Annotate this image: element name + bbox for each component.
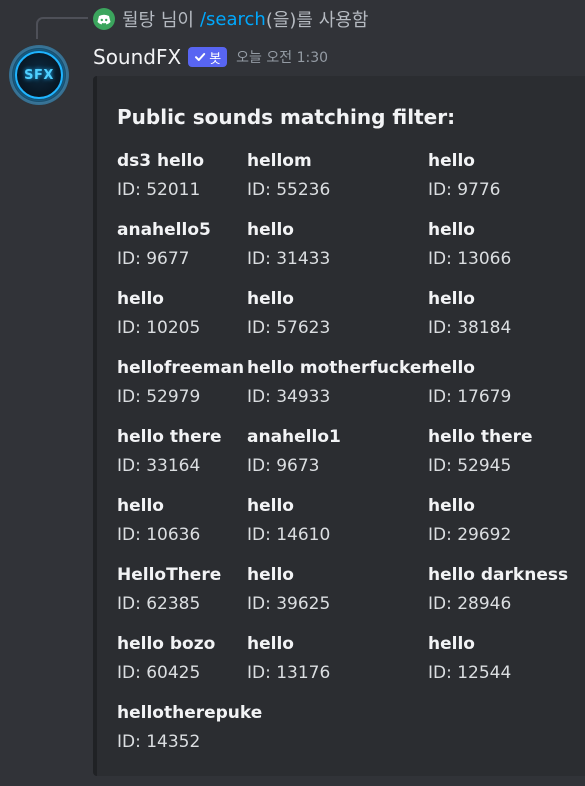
embed-field: hello ID: 31433 — [247, 218, 330, 274]
reply-connector-line — [36, 17, 88, 39]
field-name: hello — [428, 220, 475, 240]
embed-field: hello ID: 12544 — [428, 632, 511, 688]
field-name: hello — [428, 151, 475, 171]
field-value: ID: 29692 — [428, 525, 512, 545]
reply-reference[interactable]: 뒬탕 님이 /search (을)를 사용함 — [93, 6, 368, 32]
embed-field: hello darkness ID: 28946 — [428, 563, 568, 619]
reply-command-link[interactable]: /search — [200, 9, 266, 30]
bot-badge: 봇 — [188, 47, 228, 67]
embed-field: hello ID: 13066 — [428, 218, 511, 274]
field-value: ID: 55236 — [247, 180, 331, 200]
field-value: ID: 12544 — [428, 663, 512, 683]
embed: Public sounds matching filter: ds3 hello… — [93, 76, 585, 776]
field-name: hello bozo — [117, 634, 216, 654]
field-name: hello — [247, 220, 294, 240]
field-value: ID: 10636 — [117, 525, 201, 545]
embed-field: anahello5 ID: 9677 — [117, 218, 211, 274]
reply-user-name[interactable]: 뒬탕 님이 — [122, 6, 194, 32]
field-name: hello — [247, 496, 294, 516]
embed-field: hello there ID: 33164 — [117, 425, 222, 481]
field-name: hello there — [428, 427, 533, 447]
embed-field: hello ID: 39625 — [247, 563, 330, 619]
field-value: ID: 33164 — [117, 456, 201, 476]
embed-field: hello ID: 10205 — [117, 287, 200, 343]
message-header: SoundFX 봇 오늘 오전 1:30 — [93, 42, 328, 72]
embed-field: hello ID: 9776 — [428, 149, 501, 205]
field-value: ID: 39625 — [247, 594, 331, 614]
field-name: hello darkness — [428, 565, 569, 585]
field-name: hello — [428, 496, 475, 516]
embed-field: hello ID: 57623 — [247, 287, 330, 343]
field-name: hello — [117, 289, 164, 309]
reply-suffix: (을)를 사용함 — [265, 10, 369, 31]
field-value: ID: 28946 — [428, 594, 512, 614]
embed-title: Public sounds matching filter: — [117, 105, 456, 129]
discord-logo-icon — [93, 8, 115, 30]
field-name: hellotherepuke — [117, 703, 263, 723]
field-name: hello — [117, 496, 164, 516]
field-value: ID: 13176 — [247, 663, 331, 683]
username[interactable]: SoundFX — [93, 45, 181, 69]
embed-field: hello there ID: 52945 — [428, 425, 533, 481]
field-name: hello — [247, 634, 294, 654]
field-value: ID: 10205 — [117, 318, 201, 338]
field-value: ID: 13066 — [428, 249, 512, 269]
field-value: ID: 17679 — [428, 387, 512, 407]
embed-field: hellotherepuke ID: 14352 — [117, 701, 262, 757]
embed-field: hello bozo ID: 60425 — [117, 632, 215, 688]
embed-field: hello ID: 17679 — [428, 356, 511, 412]
field-name: anahello5 — [117, 220, 211, 240]
embed-field: ds3 hello ID: 52011 — [117, 149, 204, 205]
field-name: hello — [428, 358, 475, 378]
field-value: ID: 60425 — [117, 663, 201, 683]
field-value: ID: 14610 — [247, 525, 331, 545]
field-value: ID: 52979 — [117, 387, 201, 407]
field-value: ID: 9776 — [428, 180, 501, 200]
field-value: ID: 52945 — [428, 456, 512, 476]
field-value: ID: 57623 — [247, 318, 331, 338]
field-name: hellofreeman — [117, 358, 245, 378]
verified-check-icon — [195, 53, 206, 61]
avatar-logo: SFX — [15, 51, 63, 99]
field-name: hellom — [247, 151, 312, 171]
embed-field: anahello1 ID: 9673 — [247, 425, 341, 481]
field-value: ID: 31433 — [247, 249, 331, 269]
field-name: hello there — [117, 427, 222, 447]
embed-field: hello ID: 38184 — [428, 287, 511, 343]
message: 뒬탕 님이 /search (을)를 사용함 SFX SoundFX 봇 오늘 … — [0, 0, 585, 786]
avatar[interactable]: SFX — [9, 45, 69, 105]
field-value: ID: 9673 — [247, 456, 320, 476]
field-name: hello motherfucker — [247, 358, 430, 378]
field-name: ds3 hello — [117, 151, 205, 171]
field-value: ID: 52011 — [117, 180, 201, 200]
embed-field: HelloThere ID: 62385 — [117, 563, 221, 619]
field-name: hello — [428, 634, 475, 654]
embed-field: hello ID: 10636 — [117, 494, 200, 550]
embed-field: hello motherfucker ID: 34933 — [247, 356, 430, 412]
embed-field: hello ID: 13176 — [247, 632, 330, 688]
embed-field: hello ID: 14610 — [247, 494, 330, 550]
embed-field: hellofreeman ID: 52979 — [117, 356, 244, 412]
field-name: anahello1 — [247, 427, 341, 447]
field-value: ID: 34933 — [247, 387, 331, 407]
field-value: ID: 38184 — [428, 318, 512, 338]
field-name: HelloThere — [117, 565, 222, 585]
field-name: hello — [428, 289, 475, 309]
field-value: ID: 9677 — [117, 249, 190, 269]
bot-badge-label: 봇 — [209, 51, 222, 67]
field-name: hello — [247, 289, 294, 309]
field-value: ID: 62385 — [117, 594, 201, 614]
field-name: hello — [247, 565, 294, 585]
timestamp[interactable]: 오늘 오전 1:30 — [236, 47, 328, 67]
embed-field: hello ID: 29692 — [428, 494, 511, 550]
embed-field: hellom ID: 55236 — [247, 149, 330, 205]
field-value: ID: 14352 — [117, 732, 201, 752]
